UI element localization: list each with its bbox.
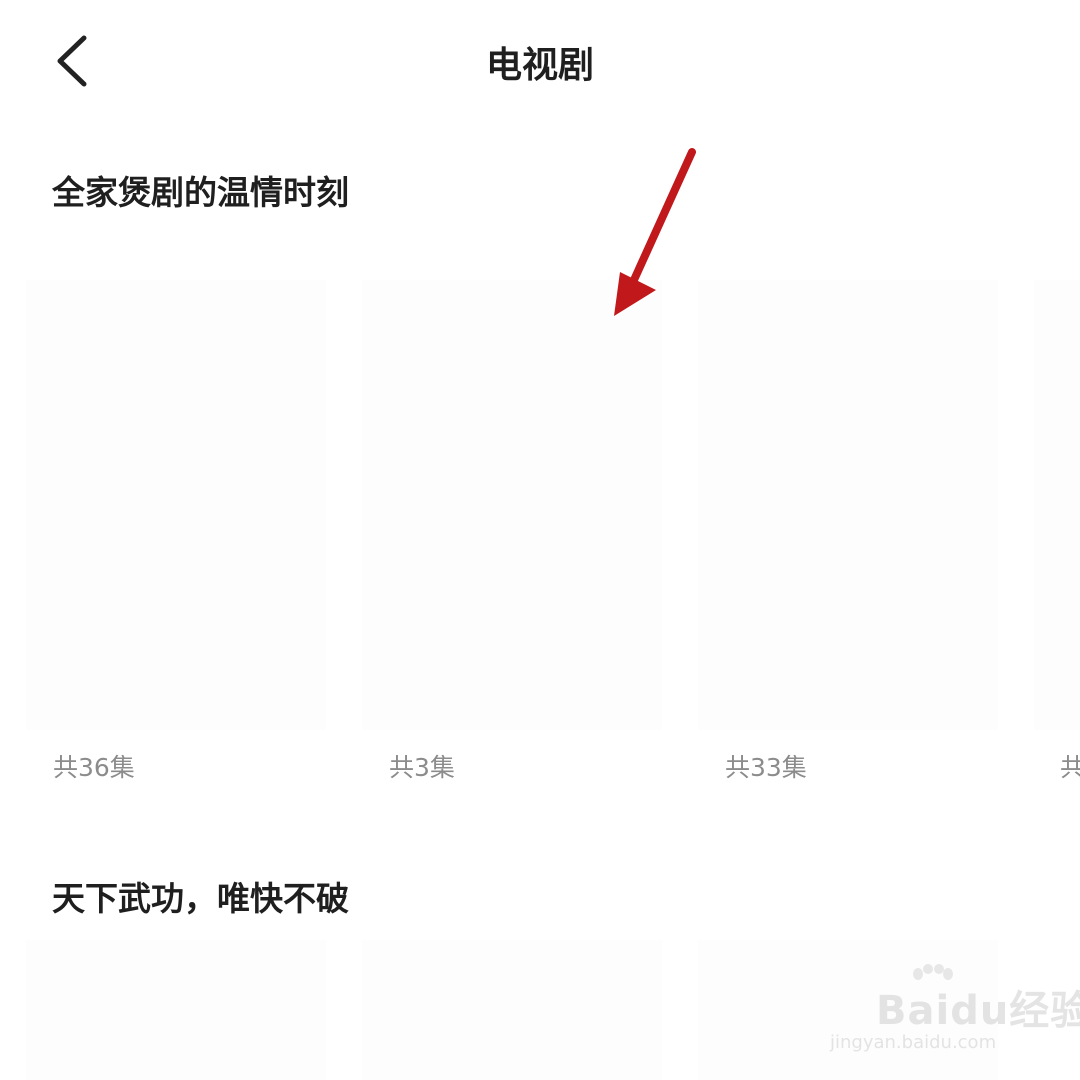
drama-poster-3[interactable]	[698, 280, 998, 730]
episode-count-4: 共	[1060, 753, 1080, 782]
watermark-brand: Baidu经验	[876, 988, 1080, 1034]
drama-poster-4[interactable]	[1034, 280, 1080, 730]
drama-poster-6[interactable]	[362, 940, 662, 1080]
section-title-family: 全家煲剧的温情时刻	[52, 173, 349, 212]
episode-count-3: 共33集	[725, 753, 807, 782]
episode-count-1: 共36集	[53, 753, 135, 782]
drama-poster-1[interactable]	[26, 280, 326, 730]
drama-row: 共36集 共3集 共33集 共	[0, 280, 1080, 800]
watermark-url: jingyan.baidu.com	[830, 1032, 997, 1053]
top-bar: 电视剧	[0, 0, 1080, 120]
section-title-martial-arts: 天下武功，唯快不破	[52, 879, 349, 918]
episode-count-2: 共3集	[389, 753, 455, 782]
page-title: 电视剧	[485, 45, 594, 86]
watermark: Baidu经验 jingyan.baidu.com	[826, 960, 1080, 1060]
drama-poster-2[interactable]	[362, 280, 662, 730]
drama-poster-5[interactable]	[26, 940, 326, 1080]
